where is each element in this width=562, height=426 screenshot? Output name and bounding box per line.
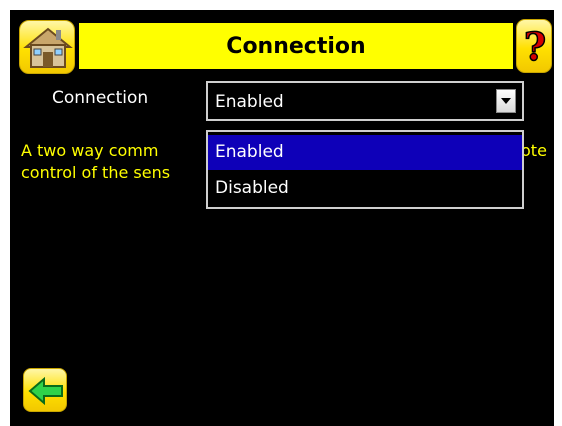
connection-dropdown-list: Enabled Disabled xyxy=(206,130,524,209)
back-button[interactable] xyxy=(23,368,67,412)
page-title: Connection xyxy=(226,33,366,59)
svg-text:?: ? xyxy=(524,24,546,69)
page: Connection ? Connection Enabled A two wa… xyxy=(0,0,562,426)
help-icon: ? xyxy=(523,23,547,70)
connection-select-value: Enabled xyxy=(215,92,284,112)
description-line1-right: ote xyxy=(521,141,547,160)
dropdown-arrow-button[interactable] xyxy=(496,89,516,113)
page-title-bar: Connection xyxy=(79,23,513,69)
option-enabled[interactable]: Enabled xyxy=(208,135,522,170)
home-button[interactable] xyxy=(19,20,75,74)
back-arrow-icon xyxy=(28,376,63,406)
connection-select[interactable]: Enabled xyxy=(206,81,524,121)
description-line1-left: A two way comm xyxy=(21,141,159,160)
home-icon xyxy=(23,27,73,68)
device-screen: Connection ? Connection Enabled A two wa… xyxy=(10,10,554,426)
chevron-down-icon xyxy=(501,98,511,104)
help-button[interactable]: ? xyxy=(516,19,552,73)
connection-label: Connection xyxy=(52,88,149,108)
option-disabled[interactable]: Disabled xyxy=(208,171,522,206)
